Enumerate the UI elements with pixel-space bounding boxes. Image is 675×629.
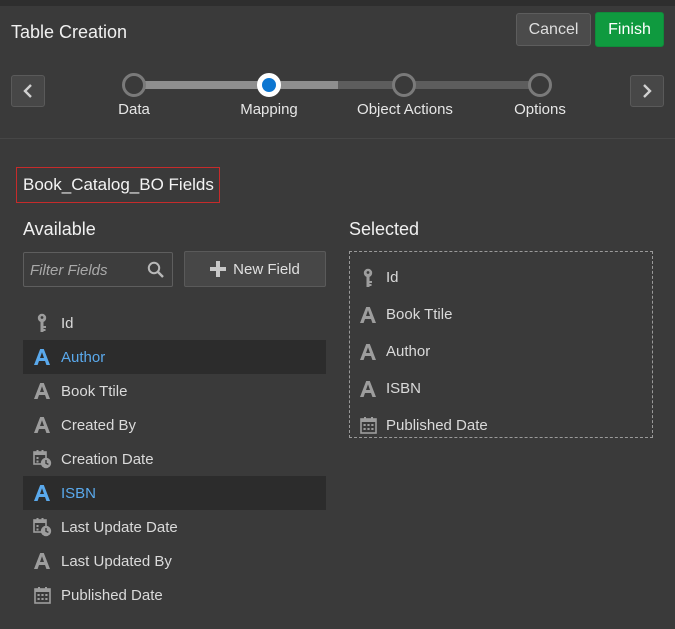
divider <box>0 138 675 139</box>
selected-field-label: Author <box>386 343 431 360</box>
available-field-label: Book Ttile <box>61 382 128 400</box>
section-title: Book_Catalog_BO Fields <box>16 167 220 203</box>
page-title: Table Creation <box>11 22 128 42</box>
text-type-icon <box>23 552 61 570</box>
filter-fields-input[interactable] <box>30 260 140 280</box>
text-type-icon <box>23 382 61 400</box>
available-field-label: Creation Date <box>61 450 154 468</box>
new-field-label: New Field <box>233 260 300 278</box>
train-label-options[interactable]: Options <box>470 101 610 118</box>
selected-fields-box[interactable]: Id Book Ttile Author ISBN Published Date <box>349 251 653 438</box>
key-icon <box>350 268 386 288</box>
datetime-icon <box>23 449 61 469</box>
plus-icon <box>210 261 227 277</box>
available-field-label: Last Updated By <box>61 552 172 570</box>
train-stop-mapping[interactable] <box>257 73 281 97</box>
selected-field-label: Book Ttile <box>386 306 453 323</box>
train-label-object-actions[interactable]: Object Actions <box>335 101 475 118</box>
available-fields-list: Id Author Book Ttile Created By Creation Dat… <box>23 306 326 612</box>
train-track-progress <box>134 81 338 89</box>
available-field-item[interactable]: Created By <box>23 408 326 442</box>
train-stop-options[interactable] <box>528 73 552 97</box>
available-field-label: ISBN <box>61 484 97 502</box>
step-train: Data Mapping Object Actions Options <box>0 60 675 130</box>
available-field-item[interactable]: ISBN <box>23 476 326 510</box>
selected-field-label: Published Date <box>386 417 488 434</box>
current-step-dot <box>262 78 276 92</box>
finish-button[interactable]: Finish <box>595 12 664 47</box>
calendar-icon <box>350 417 386 434</box>
train-label-data[interactable]: Data <box>64 101 204 118</box>
filter-fields-box[interactable] <box>23 252 173 287</box>
text-type-icon <box>350 343 386 361</box>
selected-field-label: Id <box>386 269 399 286</box>
calendar-icon <box>23 586 61 604</box>
section-title-text: Book_Catalog_BO Fields <box>23 175 214 194</box>
available-field-label: Author <box>61 348 106 366</box>
selected-field-item[interactable]: ISBN <box>350 370 652 407</box>
available-field-item[interactable]: Last Update Date <box>23 510 326 544</box>
key-icon <box>23 313 61 333</box>
available-field-item[interactable]: Book Ttile <box>23 374 326 408</box>
train-label-mapping[interactable]: Mapping <box>199 101 339 118</box>
datetime-icon <box>23 517 61 537</box>
available-field-label: Published Date <box>61 586 163 604</box>
available-field-item[interactable]: Last Updated By <box>23 544 326 578</box>
available-field-item[interactable]: Creation Date <box>23 442 326 476</box>
available-heading: Available <box>23 219 96 239</box>
available-field-label: Id <box>61 314 74 332</box>
new-field-button[interactable]: New Field <box>184 251 326 287</box>
text-type-icon <box>23 348 61 366</box>
search-icon[interactable] <box>147 261 165 279</box>
text-type-icon <box>23 484 61 502</box>
selected-fields-list: Id Book Ttile Author ISBN Published Date <box>350 259 652 444</box>
available-field-label: Last Update Date <box>61 518 178 536</box>
available-field-label: Created By <box>61 416 137 434</box>
text-type-icon <box>350 380 386 398</box>
train-stop-object-actions[interactable] <box>392 73 416 97</box>
selected-heading: Selected <box>349 219 420 239</box>
selected-field-item[interactable]: Published Date <box>350 407 652 444</box>
top-bar <box>0 0 675 6</box>
text-type-icon <box>23 416 61 434</box>
train-stop-data[interactable] <box>122 73 146 97</box>
text-type-icon <box>350 306 386 324</box>
available-field-item[interactable]: Author <box>23 340 326 374</box>
available-field-item[interactable]: Published Date <box>23 578 326 612</box>
available-field-item[interactable]: Id <box>23 306 326 340</box>
selected-field-item[interactable]: Book Ttile <box>350 296 652 333</box>
selected-field-label: ISBN <box>386 380 422 397</box>
selected-field-item[interactable]: Id <box>350 259 652 296</box>
cancel-button[interactable]: Cancel <box>516 13 591 46</box>
selected-field-item[interactable]: Author <box>350 333 652 370</box>
